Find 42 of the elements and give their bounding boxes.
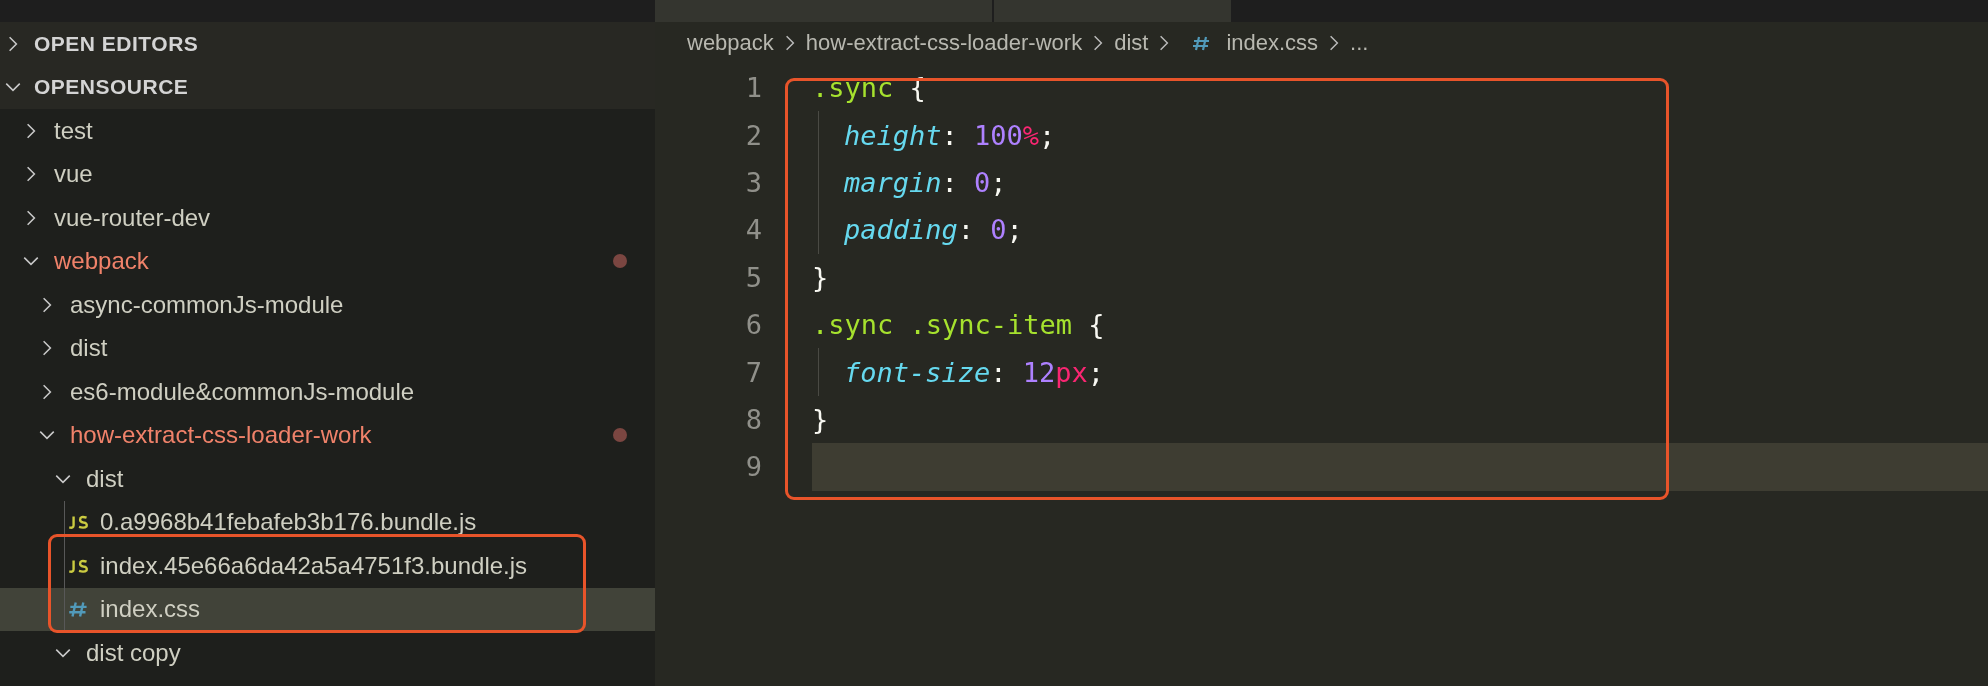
chevron-icon <box>1158 34 1171 52</box>
chevron-icon <box>783 34 796 52</box>
tree-item[interactable]: dist copy <box>0 631 655 675</box>
breadcrumb-item[interactable]: how-extract-css-loader-work <box>805 30 1083 56</box>
code-line: padding: 0; <box>843 214 1023 246</box>
modified-dot <box>613 428 627 443</box>
code-line: .sync .sync-item { <box>812 309 1105 341</box>
tree-item[interactable]: dist <box>0 326 655 370</box>
chevron-icon <box>1092 34 1105 52</box>
section-header[interactable]: OPEN EDITORS <box>0 22 655 66</box>
tree-item[interactable]: vue <box>0 152 655 196</box>
line-number: 6 <box>744 309 762 341</box>
tree-item[interactable]: test <box>0 109 655 153</box>
tree-item[interactable]: webpack <box>0 239 655 283</box>
breadcrumb-item[interactable]: webpack <box>687 30 774 56</box>
section-header[interactable]: OPENSOURCE <box>0 65 655 109</box>
tree-item[interactable]: vue-router-dev <box>0 196 655 240</box>
line-number: 5 <box>744 261 762 293</box>
line-number: 4 <box>744 214 762 246</box>
code-line: } <box>812 403 829 435</box>
breadcrumb-item[interactable]: ... <box>1350 30 1369 56</box>
line-number: 7 <box>744 356 762 388</box>
tree-item[interactable]: index.45e66a6da42a5a4751f3.bundle.js <box>0 544 655 588</box>
code-line: font-size: 12px; <box>843 356 1105 388</box>
line-number: 9 <box>744 451 762 483</box>
tree-item[interactable]: async-commonJs-module <box>0 283 655 327</box>
code-line: margin: 0; <box>843 166 1007 198</box>
modified-dot <box>613 254 627 269</box>
tree-item[interactable]: dist <box>0 457 655 501</box>
line-number: 1 <box>744 72 762 104</box>
code-line: height: 100%; <box>843 119 1056 151</box>
breadcrumb-item[interactable]: index.css <box>1180 30 1319 56</box>
tree-item[interactable]: 0.a9968b41febafeb3b176.bundle.js <box>0 500 655 544</box>
line-number: 2 <box>744 119 762 151</box>
tree-item[interactable]: es6-module&commonJs-module <box>0 370 655 414</box>
line-number: 3 <box>744 166 762 198</box>
tree-item[interactable]: index.css <box>0 587 655 631</box>
chevron-icon <box>1328 34 1341 52</box>
breadcrumb-item[interactable]: dist <box>1114 30 1149 56</box>
line-number: 8 <box>744 403 762 435</box>
tree-item[interactable]: how-extract-css-loader-work <box>0 413 655 457</box>
code-line: } <box>812 261 829 293</box>
